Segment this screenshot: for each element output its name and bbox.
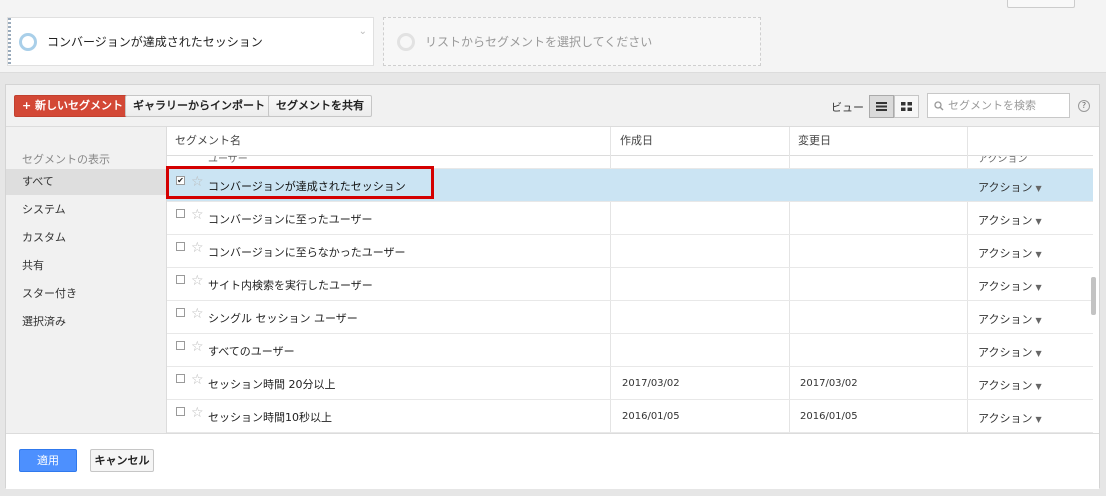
caret-down-icon: ▼: [1035, 217, 1042, 226]
row-action: アクション: [978, 156, 1028, 165]
apply-button[interactable]: 適用: [19, 449, 77, 472]
row-action-label: アクション: [978, 214, 1033, 227]
toolbar: + 新しいセグメント ギャラリーからインポート セグメントを共有 ビュー ?: [6, 85, 1099, 127]
row-name[interactable]: セッション時間10秒以上: [208, 409, 332, 425]
sidebar-item-all[interactable]: すべて: [6, 169, 166, 195]
segment-picker-panel: + 新しいセグメント ギャラリーからインポート セグメントを共有 ビュー ? セ…: [5, 84, 1100, 489]
row-checkbox[interactable]: [176, 341, 185, 350]
row-action-label: アクション: [978, 379, 1033, 392]
caret-down-icon: ▼: [1035, 316, 1042, 325]
active-segment-name: コンバージョンが達成されたセッション: [47, 35, 263, 49]
row-name: ユーザー: [208, 156, 248, 165]
table-row[interactable]: ☆ コンバージョンに至ったユーザー アクション ▼: [167, 202, 1093, 235]
star-icon[interactable]: ☆: [191, 373, 204, 387]
row-created: 2017/03/02: [622, 378, 680, 389]
top-right-button[interactable]: [1007, 0, 1075, 8]
row-name[interactable]: サイト内検索を実行したユーザー: [208, 277, 373, 293]
star-icon[interactable]: ☆: [191, 340, 204, 354]
row-created: 2016/01/05: [622, 411, 680, 422]
share-segment-button[interactable]: セグメントを共有: [268, 95, 372, 117]
row-checkbox[interactable]: [176, 209, 185, 218]
footer: 適用 キャンセル: [6, 433, 1099, 489]
table-row[interactable]: ☆ セッション時間 20分以上 2017/03/02 2017/03/02 アクション ▼: [167, 367, 1093, 400]
row-action-label: アクション: [978, 313, 1033, 326]
row-action-label: アクション: [978, 412, 1033, 425]
caret-down-icon: ▼: [1035, 415, 1042, 424]
row-action-label: アクション: [978, 280, 1033, 293]
grid-view-icon[interactable]: [894, 95, 919, 118]
import-from-gallery-button[interactable]: ギャラリーからインポート: [125, 95, 273, 117]
scrollbar-thumb[interactable]: [1091, 277, 1096, 315]
column-header-name[interactable]: セグメント名: [175, 127, 241, 155]
row-modified: - - -: [800, 156, 817, 161]
empty-segment-prompt: リストからセグメントを選択してください: [425, 35, 653, 49]
row-name[interactable]: コンバージョンに至らなかったユーザー: [208, 244, 406, 260]
star-icon[interactable]: ☆: [191, 406, 204, 420]
column-header-modified[interactable]: 変更日: [798, 127, 831, 155]
row-modified: 2016/01/05: [800, 411, 858, 422]
sidebar-item-shared[interactable]: 共有: [6, 253, 166, 279]
caret-down-icon: ▼: [1035, 184, 1042, 193]
row-action-menu[interactable]: アクション ▼: [978, 377, 1042, 393]
annotation-highlight-box: [166, 166, 434, 199]
row-created: - - -: [622, 156, 639, 161]
segment-circle-icon: [19, 32, 37, 51]
row-name[interactable]: セッション時間 20分以上: [208, 376, 336, 392]
row-action-menu[interactable]: アクション ▼: [978, 311, 1042, 327]
column-header-created[interactable]: 作成日: [620, 127, 653, 155]
help-icon[interactable]: ?: [1078, 100, 1090, 112]
segment-bar: コンバージョンが達成されたセッション ⌄ リストからセグメントを選択してください: [0, 0, 1106, 73]
row-checkbox[interactable]: [176, 407, 185, 416]
row-name[interactable]: シングル セッション ユーザー: [208, 310, 358, 326]
row-action-menu[interactable]: アクション ▼: [978, 245, 1042, 261]
table-scrollbar[interactable]: [1088, 127, 1098, 433]
segment-search-box[interactable]: [927, 93, 1070, 118]
caret-down-icon: ▼: [1035, 250, 1042, 259]
empty-segment-slot[interactable]: リストからセグメントを選択してください: [383, 17, 761, 66]
row-action-menu[interactable]: アクション ▼: [978, 278, 1042, 294]
table-header: セグメント名 作成日 変更日: [167, 127, 1093, 156]
table-row[interactable]: ☆ セッション時間10秒以上 2016/01/05 2016/01/05 アクション ▼: [167, 400, 1093, 433]
table-row[interactable]: ☆ すべてのユーザー アクション ▼: [167, 334, 1093, 367]
segment-filter-sidebar: セグメントの表示 すべて システム カスタム 共有 スター付き 選択済み: [6, 127, 167, 433]
caret-down-icon: ▼: [1035, 283, 1042, 292]
star-icon[interactable]: ☆: [191, 208, 204, 222]
row-checkbox[interactable]: [176, 242, 185, 251]
star-icon[interactable]: ☆: [191, 307, 204, 321]
row-checkbox[interactable]: [176, 374, 185, 383]
row-action-menu[interactable]: アクション ▼: [978, 212, 1042, 228]
row-checkbox[interactable]: [176, 308, 185, 317]
sidebar-item-starred[interactable]: スター付き: [6, 281, 166, 307]
caret-down-icon: ▼: [1035, 349, 1042, 358]
caret-down-icon: ▼: [1035, 382, 1042, 391]
view-label: ビュー: [831, 101, 864, 114]
row-action-label: アクション: [978, 181, 1033, 194]
sidebar-heading: セグメントの表示: [22, 153, 110, 166]
row-checkbox[interactable]: [176, 275, 185, 284]
list-view-icon[interactable]: [869, 95, 894, 118]
row-action-menu[interactable]: アクション ▼: [978, 179, 1042, 195]
sidebar-item-system[interactable]: システム: [6, 197, 166, 223]
row-name[interactable]: コンバージョンに至ったユーザー: [208, 211, 373, 227]
segment-circle-icon: [397, 32, 415, 51]
row-action-menu[interactable]: アクション ▼: [978, 410, 1042, 426]
row-modified: 2017/03/02: [800, 378, 858, 389]
new-segment-button[interactable]: + 新しいセグメント: [14, 95, 132, 117]
sidebar-item-custom[interactable]: カスタム: [6, 225, 166, 251]
search-icon: [934, 100, 944, 110]
sidebar-item-selected[interactable]: 選択済み: [6, 309, 166, 335]
row-action-menu[interactable]: アクション ▼: [978, 344, 1042, 360]
table-row[interactable]: ☆ コンバージョンに至らなかったユーザー アクション ▼: [167, 235, 1093, 268]
row-action-label: アクション: [978, 346, 1033, 359]
table-row[interactable]: ☆ シングル セッション ユーザー アクション ▼: [167, 301, 1093, 334]
segment-search-input[interactable]: [948, 99, 1058, 112]
star-icon[interactable]: ☆: [191, 241, 204, 255]
row-name[interactable]: すべてのユーザー: [208, 343, 295, 359]
chevron-down-icon[interactable]: ⌄: [359, 26, 367, 37]
active-segment-card[interactable]: コンバージョンが達成されたセッション ⌄: [7, 17, 374, 66]
star-icon[interactable]: ☆: [191, 274, 204, 288]
table-row[interactable]: ☆ サイト内検索を実行したユーザー アクション ▼: [167, 268, 1093, 301]
cancel-button[interactable]: キャンセル: [90, 449, 154, 472]
row-action-label: アクション: [978, 247, 1033, 260]
